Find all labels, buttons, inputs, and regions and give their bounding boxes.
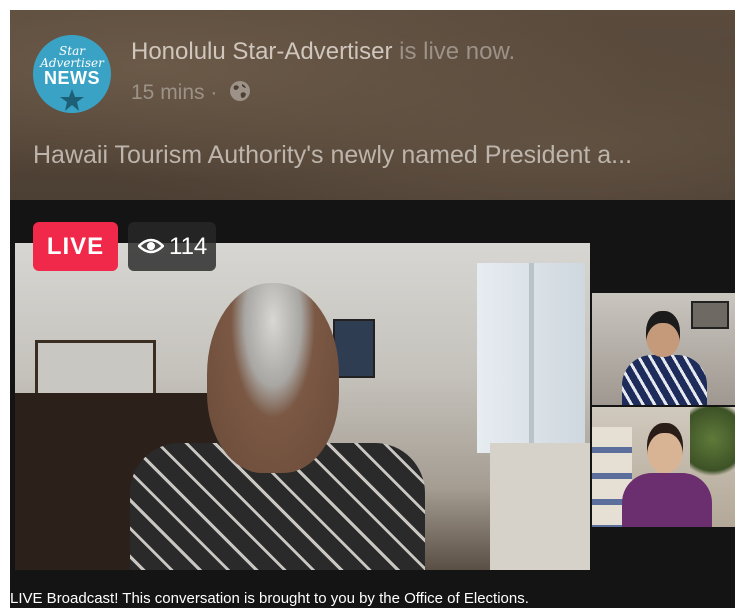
globe-icon [230,81,251,101]
broadcast-banner: LIVE Broadcast! This conversation is bro… [10,590,735,608]
office-cabinet [35,340,156,396]
page-avatar[interactable]: Star Advertiser NEWS [33,35,111,113]
live-status-text: is live now. [392,38,516,65]
post-meta: 15 mins · [131,80,251,105]
office-window [477,263,585,453]
avatar-text-news: NEWS [44,68,100,88]
meta-separator: · [204,81,224,104]
live-post-card: Star Advertiser NEWS Honolulu Star-Adver… [10,10,735,590]
live-badge: LIVE [33,222,118,271]
post-time[interactable]: 15 mins [131,81,205,104]
participant-video-2[interactable] [592,407,735,527]
wall-screen [333,319,375,378]
participant-video-1[interactable] [592,293,735,405]
participant-1-shirt [622,355,707,405]
participant-2-top [622,473,712,527]
main-video-feed[interactable] [15,243,590,570]
speaker-head [207,283,339,473]
wall-art [691,301,729,329]
participant-1-face [646,311,680,357]
flower-icon [60,89,84,111]
post-header: Star Advertiser NEWS Honolulu Star-Adver… [10,10,735,200]
office-chair [490,443,590,570]
page-name-link[interactable]: Honolulu Star-Advertiser [131,38,392,65]
eye-icon [138,238,164,254]
viewer-count-badge: 114 [128,222,216,271]
participant-2-face [647,423,683,473]
plant [690,407,735,487]
post-title: Honolulu Star-Advertiser is live now. [131,38,515,66]
viewer-count: 114 [169,233,208,260]
post-caption[interactable]: Hawaii Tourism Authority's newly named P… [33,140,632,170]
